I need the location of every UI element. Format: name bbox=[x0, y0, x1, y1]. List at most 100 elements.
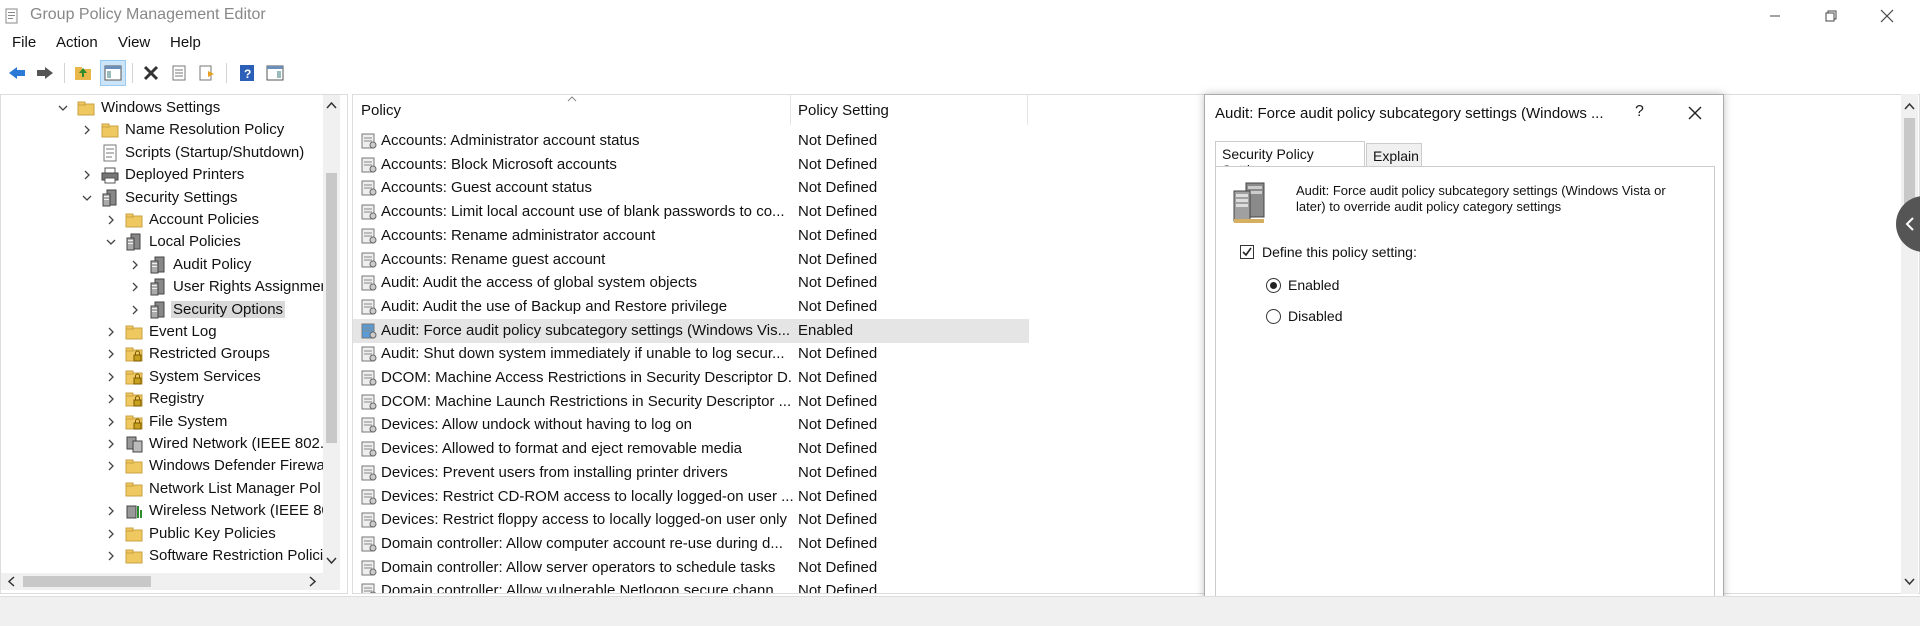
close-window-button[interactable] bbox=[1858, 0, 1916, 31]
scroll-up-icon[interactable] bbox=[1904, 102, 1915, 110]
tree-item[interactable]: Name Resolution Policy bbox=[1, 119, 321, 141]
tree-item[interactable]: Wired Network (IEEE 802.3 bbox=[1, 433, 332, 455]
back-button[interactable] bbox=[4, 60, 30, 86]
delete-button[interactable] bbox=[138, 60, 164, 86]
table-row[interactable]: Accounts: Guest account status Not Define… bbox=[353, 176, 1029, 200]
enabled-label[interactable]: Enabled bbox=[1288, 277, 1339, 293]
scroll-down-icon[interactable] bbox=[1904, 578, 1915, 586]
define-policy-checkbox[interactable] bbox=[1240, 245, 1254, 259]
tab-security-policy-setting[interactable]: Security Policy Setting bbox=[1215, 141, 1365, 178]
tree-item[interactable]: File System bbox=[1, 411, 321, 433]
restore-button[interactable] bbox=[1802, 0, 1860, 31]
tree-item[interactable]: Deployed Printers bbox=[1, 164, 321, 186]
show-action-pane-button[interactable] bbox=[262, 60, 288, 86]
tree-horizontal-scrollbar[interactable] bbox=[1, 573, 340, 590]
tree-hscroll-thumb[interactable] bbox=[23, 576, 151, 587]
table-row[interactable]: Domain controller: Allow server operator… bbox=[353, 556, 1029, 580]
column-divider[interactable] bbox=[1027, 95, 1028, 125]
table-row[interactable]: Devices: Allow undock without having to … bbox=[353, 413, 1029, 437]
table-row[interactable]: Devices: Allowed to format and eject rem… bbox=[353, 437, 1029, 461]
table-row[interactable]: Audit: Audit the access of global system… bbox=[353, 271, 1029, 295]
disabled-label[interactable]: Disabled bbox=[1288, 308, 1342, 324]
tab-explain[interactable]: Explain bbox=[1366, 143, 1422, 167]
up-folder-button[interactable] bbox=[70, 60, 96, 86]
chevron-right-icon[interactable] bbox=[105, 326, 117, 338]
table-row[interactable]: Accounts: Rename administrator account No… bbox=[353, 224, 1029, 248]
chevron-down-icon[interactable] bbox=[105, 236, 117, 248]
dialog-close-icon[interactable] bbox=[1683, 101, 1707, 125]
table-row[interactable]: Audit: Audit the use of Backup and Resto… bbox=[353, 295, 1029, 319]
chevron-right-icon[interactable] bbox=[105, 550, 117, 562]
table-row[interactable]: Accounts: Block Microsoft accounts Not De… bbox=[353, 153, 1029, 177]
enabled-radio[interactable] bbox=[1266, 278, 1281, 293]
tree-item[interactable]: Security Options bbox=[1, 299, 321, 321]
tree-item[interactable]: Account Policies bbox=[1, 209, 321, 231]
tree-item[interactable]: Network List Manager Pol bbox=[1, 478, 321, 500]
chevron-right-icon[interactable] bbox=[105, 416, 117, 428]
tree-vertical-scrollbar[interactable] bbox=[323, 95, 340, 573]
dialog-help-button[interactable]: ? bbox=[1635, 103, 1644, 121]
scroll-down-icon[interactable] bbox=[326, 557, 337, 565]
table-row[interactable]: Domain controller: Allow vulnerable Netl… bbox=[353, 579, 1029, 593]
table-row[interactable]: Accounts: Administrator account status No… bbox=[353, 129, 1029, 153]
properties-button[interactable] bbox=[166, 60, 192, 86]
chevron-right-icon[interactable] bbox=[129, 304, 141, 316]
disabled-radio[interactable] bbox=[1266, 309, 1281, 324]
tree-item[interactable]: Software Restriction Polici bbox=[1, 545, 323, 567]
tree-item[interactable]: Registry bbox=[1, 388, 321, 410]
define-policy-label[interactable]: Define this policy setting: bbox=[1262, 244, 1417, 260]
chevron-right-icon[interactable] bbox=[105, 505, 117, 517]
scroll-left-icon[interactable] bbox=[7, 576, 15, 587]
chevron-right-icon[interactable] bbox=[105, 371, 117, 383]
menu-view[interactable]: View bbox=[118, 34, 150, 51]
menu-file[interactable]: File bbox=[12, 34, 36, 51]
table-row[interactable]: Domain controller: Allow computer accoun… bbox=[353, 532, 1029, 556]
help-button[interactable]: ? bbox=[234, 60, 260, 86]
table-row[interactable]: Audit: Shut down system immediately if u… bbox=[353, 342, 1029, 366]
tree-item[interactable]: Event Log bbox=[1, 321, 321, 343]
tree-item[interactable]: Public Key Policies bbox=[1, 523, 321, 545]
table-row[interactable]: Devices: Restrict floppy access to local… bbox=[353, 508, 1029, 532]
tree-scroll-thumb[interactable] bbox=[326, 173, 337, 443]
chevron-right-icon[interactable] bbox=[105, 214, 117, 226]
tree-item[interactable]: Windows Settings bbox=[1, 97, 321, 119]
column-header-policy-setting[interactable]: Policy Setting bbox=[798, 102, 889, 119]
list-vertical-scrollbar[interactable] bbox=[1901, 94, 1918, 594]
chevron-right-icon[interactable] bbox=[129, 259, 141, 271]
export-list-button[interactable] bbox=[194, 60, 220, 86]
chevron-right-icon[interactable] bbox=[81, 124, 93, 136]
chevron-right-icon[interactable] bbox=[105, 438, 117, 450]
menu-help[interactable]: Help bbox=[170, 34, 201, 51]
table-row[interactable]: DCOM: Machine Access Restrictions in Sec… bbox=[353, 366, 1029, 390]
tree-item[interactable]: Security Settings bbox=[1, 187, 321, 209]
scroll-right-icon[interactable] bbox=[309, 576, 317, 587]
tree-item[interactable]: Audit Policy bbox=[1, 254, 321, 276]
table-row[interactable]: Devices: Restrict CD-ROM access to local… bbox=[353, 485, 1029, 509]
tree-item[interactable]: Local Policies bbox=[1, 231, 321, 253]
table-row[interactable]: Accounts: Rename guest account Not Define… bbox=[353, 248, 1029, 272]
column-header-policy[interactable]: Policy bbox=[361, 102, 401, 119]
tree-item[interactable]: User Rights Assignmer bbox=[1, 276, 326, 298]
chevron-right-icon[interactable] bbox=[105, 393, 117, 405]
table-row[interactable]: Devices: Prevent users from installing p… bbox=[353, 461, 1029, 485]
chevron-right-icon[interactable] bbox=[129, 281, 141, 293]
chevron-down-icon[interactable] bbox=[81, 192, 93, 204]
list-scroll-thumb[interactable] bbox=[1904, 118, 1915, 208]
table-row[interactable]: Accounts: Limit local account use of bla… bbox=[353, 200, 1029, 224]
tree-item[interactable]: Scripts (Startup/Shutdown) bbox=[1, 142, 321, 164]
tree-item[interactable]: System Services bbox=[1, 366, 321, 388]
chevron-right-icon[interactable] bbox=[105, 348, 117, 360]
show-hide-tree-button[interactable] bbox=[100, 60, 126, 86]
tree-item[interactable]: Windows Defender Firewa bbox=[1, 455, 325, 477]
column-divider[interactable] bbox=[790, 95, 791, 125]
forward-button[interactable] bbox=[32, 60, 58, 86]
chevron-right-icon[interactable] bbox=[105, 528, 117, 540]
tree-item[interactable]: Restricted Groups bbox=[1, 343, 321, 365]
menu-action[interactable]: Action bbox=[56, 34, 98, 51]
scroll-up-icon[interactable] bbox=[326, 101, 337, 109]
tree-item[interactable]: Wireless Network (IEEE 802 bbox=[1, 500, 338, 522]
table-row[interactable]: DCOM: Machine Launch Restrictions in Sec… bbox=[353, 390, 1029, 414]
chevron-right-icon[interactable] bbox=[105, 460, 117, 472]
table-row[interactable]: Audit: Force audit policy subcategory se… bbox=[353, 318, 1029, 343]
chevron-right-icon[interactable] bbox=[81, 169, 93, 181]
